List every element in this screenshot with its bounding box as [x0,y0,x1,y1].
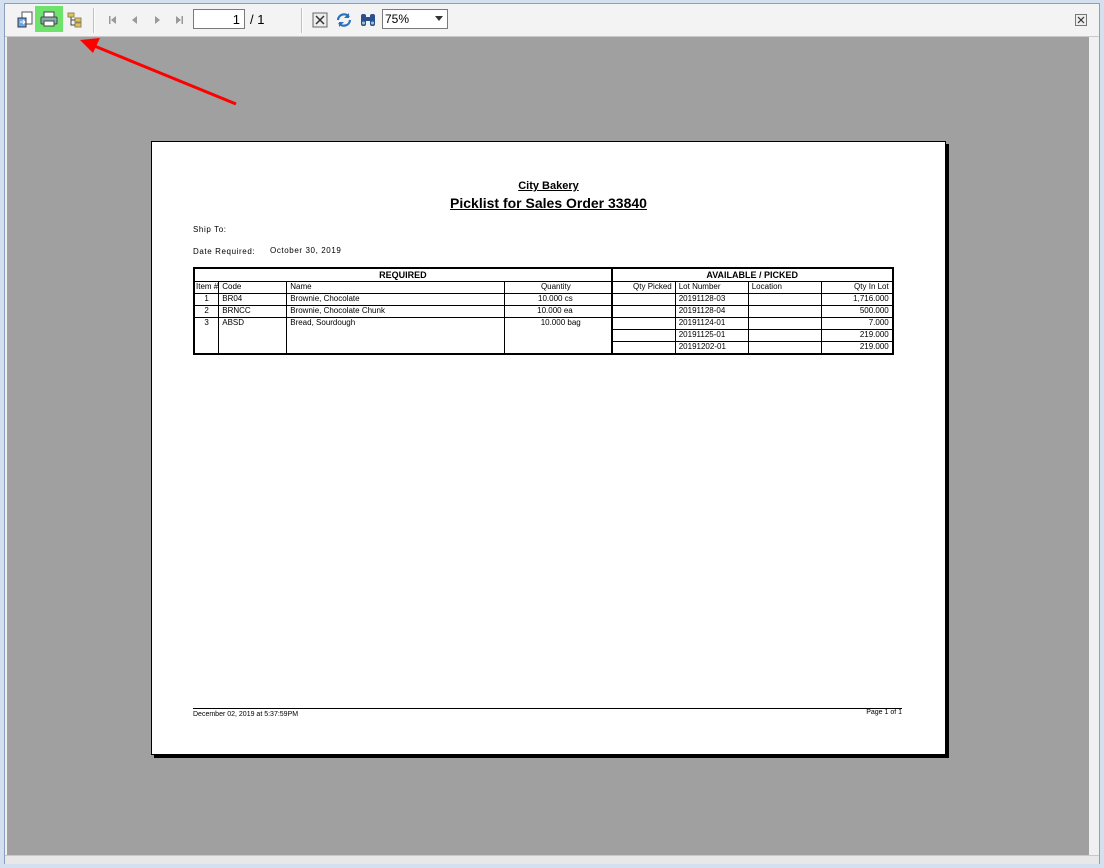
chevron-down-icon [435,16,443,21]
location-cell [747,293,822,306]
next-page-icon[interactable] [145,9,169,31]
qty-picked-cell [611,341,676,355]
item-code: BRNCC [218,305,288,318]
page-total-label: / 1 [250,12,265,27]
location-cell [747,317,822,330]
lot-number: 20191128-04 [674,305,749,318]
col-quantity: Quantity [504,281,613,294]
previous-page-icon[interactable] [123,9,147,31]
ship-to-label: Ship To: [193,225,227,234]
item-code: ABSD [218,317,288,355]
lot-number: 20191128-03 [674,293,749,306]
footer-divider [193,708,902,709]
col-qty-picked: Qty Picked [611,281,676,294]
qty-in-lot: 7.000 [820,317,894,330]
item-quantity: 10.000 bag [504,317,613,355]
report-viewer-window: / 1 75% City Bakery Picklist for Sales O… [4,3,1100,864]
date-required-value: October 30, 2019 [270,246,342,255]
date-required-label: Date Required: [193,247,256,256]
table-row: 2 BRNCC Brownie, Chocolate Chunk 10.000 … [193,305,894,318]
refresh-icon[interactable] [332,9,356,31]
required-header: REQUIRED [193,267,613,282]
vertical-scrollbar[interactable] [1090,37,1099,855]
close-icon[interactable] [1069,9,1093,31]
close-current-view-icon[interactable] [308,9,332,31]
qty-in-lot: 500.000 [820,305,894,318]
picklist-table: REQUIRED AVAILABLE / PICKED Item # Code … [193,267,894,355]
location-cell [747,305,822,318]
qty-picked-cell [611,329,676,342]
item-number: 1 [193,293,220,306]
item-quantity: 10.000 ea [504,305,613,318]
report-page: City Bakery Picklist for Sales Order 338… [151,141,946,755]
col-lot-number: Lot Number [674,281,749,294]
qty-picked-cell [611,317,676,330]
table-row: 3 ABSD Bread, Sourdough 10.000 bag 20191… [193,317,894,355]
report-canvas[interactable]: City Bakery Picklist for Sales Order 338… [7,37,1089,855]
col-name: Name [286,281,506,294]
footer-timestamp: December 02, 2019 at 5:37:59PM [193,711,299,718]
qty-picked-cell [611,305,676,318]
zoom-select[interactable]: 75% [382,9,448,29]
group-tree-icon[interactable] [63,9,87,31]
last-page-icon[interactable] [167,9,191,31]
page-number-input[interactable] [193,9,245,29]
lot-number: 20191124-01 [674,317,749,330]
report-title: Picklist for Sales Order 33840 [450,195,647,211]
lot-number: 20191125-01 [674,329,749,342]
item-name: Brownie, Chocolate Chunk [286,305,506,318]
toolbar-separator [93,8,95,33]
table-row: 1 BR04 Brownie, Chocolate 10.000 cs 2019… [193,293,894,306]
lot-number: 20191202-01 [674,341,749,355]
qty-in-lot: 1,716.000 [820,293,894,306]
qty-picked-cell [611,293,676,306]
col-qty-in-lot: Qty In Lot [820,281,894,294]
search-binoculars-icon[interactable] [356,9,380,31]
qty-in-lot: 219.000 [820,341,894,355]
item-number: 3 [193,317,220,355]
first-page-icon[interactable] [101,9,125,31]
toolbar-separator [301,8,303,33]
item-name: Bread, Sourdough [286,317,506,355]
item-number: 2 [193,305,220,318]
company-name: City Bakery [518,180,579,192]
item-quantity: 10.000 cs [504,293,613,306]
col-item: Item # [193,281,220,294]
export-icon[interactable] [13,9,37,31]
qty-in-lot: 219.000 [820,329,894,342]
location-cell [747,329,822,342]
available-header: AVAILABLE / PICKED [611,267,894,282]
col-location: Location [747,281,822,294]
item-code: BR04 [218,293,288,306]
status-bar [5,855,1099,864]
col-code: Code [218,281,288,294]
zoom-value: 75% [385,12,410,26]
item-name: Brownie, Chocolate [286,293,506,306]
toolbar: / 1 75% [5,4,1099,37]
location-cell [747,341,822,355]
footer-page-number: Page 1 of 1 [866,709,902,716]
print-icon[interactable] [35,6,63,32]
